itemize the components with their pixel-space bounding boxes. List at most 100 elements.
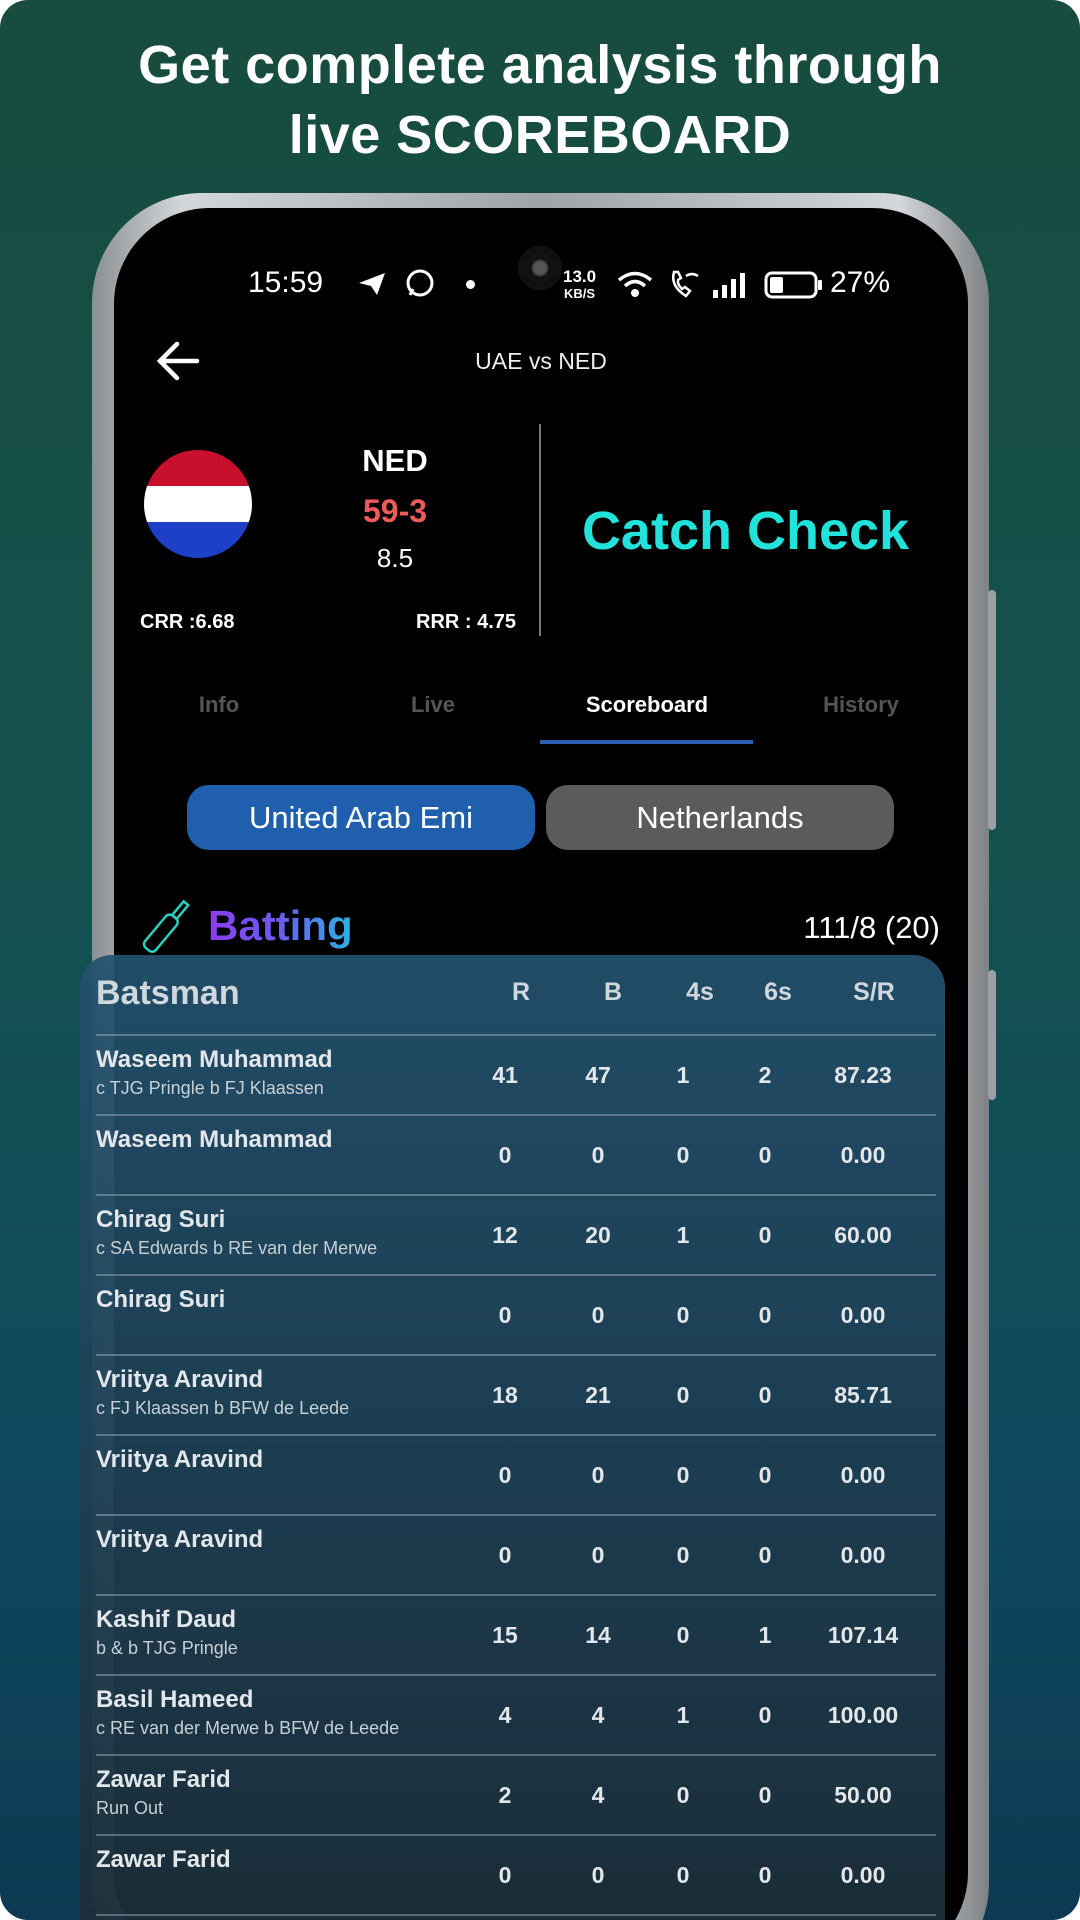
stat-fours: 0 <box>676 1622 690 1648</box>
stat-b: 20 <box>585 1222 611 1248</box>
header-batsman: Batsman <box>96 974 240 1012</box>
dismissal-text: c TJG Pringle b FJ Klaassen <box>96 1078 324 1098</box>
header-balls: B <box>603 978 623 1006</box>
header-sixes: 6s <box>764 978 792 1006</box>
team-overs: 8.5 <box>376 543 414 573</box>
stat-sr: 0.00 <box>840 1302 886 1328</box>
stat-sixes: 0 <box>758 1542 772 1568</box>
batsman-name: Zawar Farid <box>96 1766 231 1793</box>
batsman-name: Waseem Muhammad <box>96 1046 333 1073</box>
stat-fours: 0 <box>676 1462 690 1488</box>
header-runs: R <box>511 978 531 1006</box>
header-fours: 4s <box>686 978 714 1006</box>
batsman-name: Vriitya Aravind <box>96 1446 264 1473</box>
stat-fours: 0 <box>676 1302 690 1328</box>
stat-sixes: 0 <box>758 1302 772 1328</box>
team-button-uae[interactable]: United Arab Emi <box>187 785 535 850</box>
battery-icon <box>764 271 822 299</box>
tab-info[interactable]: Info <box>199 692 239 718</box>
stat-r: 0 <box>498 1462 512 1488</box>
stat-r: 18 <box>492 1382 518 1408</box>
dismissal-text: c RE van der Merwe b BFW de Leede <box>96 1718 400 1738</box>
stat-sixes: 0 <box>758 1462 772 1488</box>
stat-sixes: 2 <box>758 1062 772 1088</box>
tab-scoreboard[interactable]: Scoreboard <box>586 692 708 718</box>
net-speed: 13.0 KB/S <box>563 268 596 302</box>
tab-history[interactable]: History <box>823 692 899 718</box>
stat-r: 2 <box>498 1782 512 1808</box>
table-row[interactable]: Waseem Muhammad c TJG Pringle b FJ Klaass… <box>96 1036 936 1116</box>
stat-b: 4 <box>591 1782 605 1808</box>
power-button <box>988 970 996 1100</box>
team-button-netherlands[interactable]: Netherlands <box>546 785 894 850</box>
batsman-name: Vriitya Aravind <box>96 1366 264 1393</box>
stat-fours: 0 <box>676 1142 690 1168</box>
table-row[interactable]: Chirag Suri c SA Edwards b RE van der Mer… <box>96 1196 936 1276</box>
batsman-name: Basil Hameed <box>96 1686 254 1713</box>
stat-sr: 100.00 <box>827 1702 899 1728</box>
current-run-rate: CRR :6.68 <box>140 611 235 633</box>
stat-b: 0 <box>591 1462 605 1488</box>
catch-check-banner: Catch Check <box>581 501 910 561</box>
summary-divider <box>539 424 541 636</box>
batsman-name: Zawar Farid <box>96 1846 231 1873</box>
stat-sixes: 0 <box>758 1382 772 1408</box>
stat-fours: 1 <box>676 1222 690 1248</box>
stat-sr: 0.00 <box>840 1542 886 1568</box>
stat-b: 0 <box>591 1142 605 1168</box>
stat-sr: 107.14 <box>827 1622 899 1648</box>
batsman-name: Waseem Muhammad <box>96 1126 333 1153</box>
netherlands-flag-icon <box>144 450 252 558</box>
stat-r: 4 <box>498 1702 512 1728</box>
team-score: 59-3 <box>362 493 428 529</box>
stat-fours: 1 <box>676 1062 690 1088</box>
batsman-name: Chirag Suri <box>96 1206 226 1233</box>
batting-title: Batting <box>208 902 353 949</box>
promo-screen: Get complete analysis through live SCORE… <box>0 0 1080 1920</box>
signal-icon <box>713 273 745 298</box>
stat-sixes: 0 <box>758 1862 772 1888</box>
stat-sixes: 0 <box>758 1222 772 1248</box>
stat-b: 14 <box>585 1622 611 1648</box>
back-arrow-icon[interactable] <box>155 340 201 382</box>
table-row[interactable]: Chirag Suri 0 0 0 0 0.00 <box>96 1276 936 1356</box>
stat-fours: 1 <box>676 1702 690 1728</box>
table-row[interactable]: Kashif Daud b & b TJG Pringle 15 14 0 1 107.14 <box>96 1596 936 1676</box>
stat-r: 0 <box>498 1302 512 1328</box>
stat-sr: 0.00 <box>840 1862 886 1888</box>
headline-line-1: Get complete analysis through <box>138 35 942 95</box>
net-speed-unit: KB/S <box>564 286 596 301</box>
dismissal-text: c SA Edwards b RE van der Merwe <box>96 1238 378 1258</box>
stat-sr: 0.00 <box>840 1462 886 1488</box>
table-row[interactable]: Zawar Farid Run Out 2 4 0 0 50.00 <box>96 1756 936 1836</box>
dismissal-text: c FJ Klaassen b BFW de Leede <box>96 1398 350 1418</box>
volume-button <box>988 590 996 830</box>
stat-fours: 0 <box>676 1542 690 1568</box>
table-row[interactable]: Vriitya Aravind 0 0 0 0 0.00 <box>96 1516 936 1596</box>
stat-b: 47 <box>585 1062 611 1088</box>
stat-r: 0 <box>498 1142 512 1168</box>
stat-b: 4 <box>591 1702 605 1728</box>
batsman-name: Kashif Daud <box>96 1606 237 1633</box>
stat-b: 0 <box>591 1862 605 1888</box>
table-row[interactable]: Vriitya Aravind c FJ Klaassen b BFW de Le… <box>96 1356 936 1436</box>
required-run-rate: RRR : 4.75 <box>416 611 517 633</box>
stat-sr: 87.23 <box>834 1062 892 1088</box>
stat-sixes: 1 <box>758 1622 772 1648</box>
team-code: NED <box>362 443 428 478</box>
battery-percent: 27% <box>830 266 891 299</box>
batting-total: 111/8 (20) <box>803 910 940 945</box>
stat-sr: 85.71 <box>834 1382 892 1408</box>
stat-fours: 0 <box>676 1862 690 1888</box>
table-row[interactable]: Basil Hameed c RE van der Merwe b BFW de … <box>96 1676 936 1756</box>
stat-r: 12 <box>492 1222 518 1248</box>
tab-live[interactable]: Live <box>411 692 455 718</box>
table-row[interactable]: Waseem Muhammad 0 0 0 0 0.00 <box>96 1116 936 1196</box>
wifi-call-icon <box>672 270 699 298</box>
stat-fours: 0 <box>676 1782 690 1808</box>
table-row[interactable]: Zawar Farid 0 0 0 0 0.00 <box>96 1836 936 1916</box>
stat-b: 0 <box>591 1542 605 1568</box>
table-row[interactable]: Vriitya Aravind 0 0 0 0 0.00 <box>96 1436 936 1516</box>
stat-sr: 60.00 <box>834 1222 892 1248</box>
stat-fours: 0 <box>676 1382 690 1408</box>
